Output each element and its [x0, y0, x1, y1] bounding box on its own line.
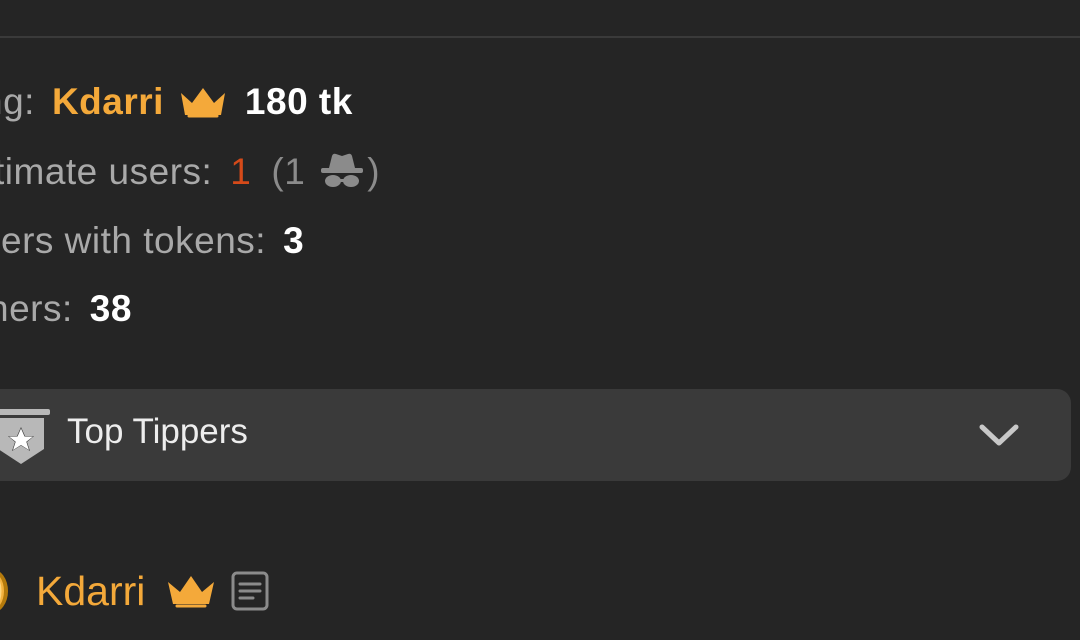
coin-icon	[0, 569, 10, 613]
anon-paren-close: )	[367, 151, 381, 192]
users-with-tokens-line: sers with tokens: 3	[0, 219, 304, 263]
top-tipper-line: ng: Kdarri 180 tk	[0, 80, 353, 124]
star-badge-icon	[0, 409, 50, 465]
incognito-icon	[317, 152, 367, 192]
anon-paren-open: (	[271, 151, 285, 192]
tipper-list-item[interactable]: Kdarri	[0, 561, 269, 621]
crown-icon	[178, 85, 228, 119]
legit-users-line: timate users: 1 ( 1 )	[0, 150, 380, 194]
top-divider	[0, 36, 1080, 38]
anon-users-count: 1	[284, 151, 306, 192]
legit-users-label: timate users:	[0, 151, 213, 192]
top-tipper-label: ng:	[0, 81, 35, 122]
watchers-value: 38	[89, 288, 132, 329]
top-tippers-accordion[interactable]: Top Tippers	[0, 389, 1071, 481]
top-tipper-name[interactable]: Kdarri	[52, 81, 164, 123]
watchers-line: hers: 38	[0, 287, 132, 331]
tipper-name[interactable]: Kdarri	[36, 568, 145, 615]
legit-users-count: 1	[230, 151, 252, 192]
watchers-label: hers:	[0, 288, 73, 329]
notes-icon[interactable]	[231, 571, 269, 611]
users-with-tokens-value: 3	[283, 220, 305, 261]
crown-icon	[165, 573, 217, 609]
chevron-down-icon[interactable]	[977, 415, 1021, 455]
users-with-tokens-label: sers with tokens:	[0, 220, 267, 261]
accordion-title: Top Tippers	[67, 412, 248, 451]
top-tipper-amount: 180 tk	[244, 81, 353, 122]
